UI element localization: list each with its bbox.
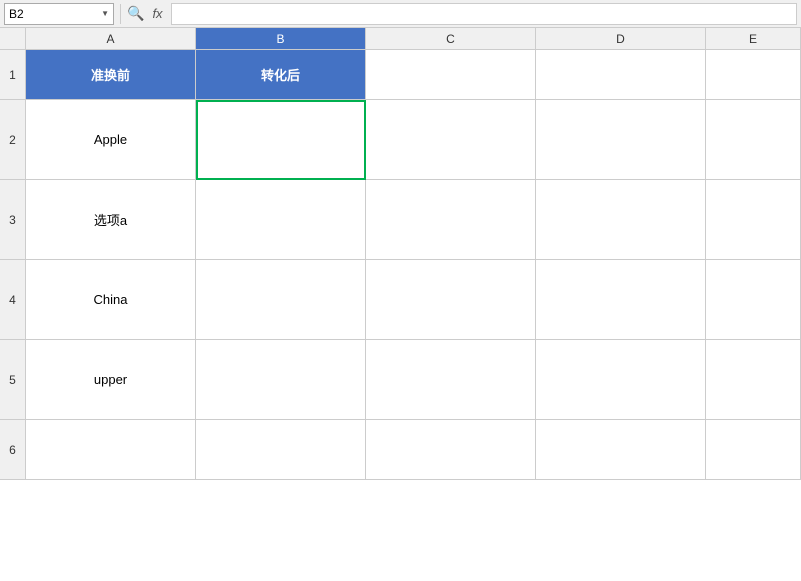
cell-D5[interactable] [536,340,706,420]
col-header-E[interactable]: E [706,28,801,49]
cell-E6[interactable] [706,420,801,480]
cell-B1[interactable]: 转化后 [196,50,366,100]
column-headers: A B C D E [0,28,801,50]
cell-C5[interactable] [366,340,536,420]
cell-D6[interactable] [536,420,706,480]
formula-bar-divider [120,4,121,24]
cell-A4[interactable]: China [26,260,196,340]
name-box-arrow: ▼ [101,9,109,18]
row-num-6: 6 [0,420,26,480]
row-3: 3 选项a [0,180,801,260]
name-box-value: B2 [9,7,24,21]
cell-B3[interactable] [196,180,366,260]
cell-E3[interactable] [706,180,801,260]
col-header-A[interactable]: A [26,28,196,49]
cell-C2[interactable] [366,100,536,180]
col-header-C[interactable]: C [366,28,536,49]
cell-C4[interactable] [366,260,536,340]
cell-B4[interactable] [196,260,366,340]
row-num-5: 5 [0,340,26,420]
col-header-D[interactable]: D [536,28,706,49]
row-4: 4 China [0,260,801,340]
spreadsheet: A B C D E 1 准换前 转化后 2 Apple 3 选项a [0,28,801,581]
formula-bar: B2 ▼ 🔍 fx [0,0,801,28]
row-1: 1 准换前 转化后 [0,50,801,100]
cell-B2[interactable] [196,100,366,180]
col-header-B[interactable]: B [196,28,366,49]
row-num-4: 4 [0,260,26,340]
fx-label: fx [152,6,162,21]
cell-D3[interactable] [536,180,706,260]
row-num-3: 3 [0,180,26,260]
cell-B6[interactable] [196,420,366,480]
row-6: 6 [0,420,801,480]
cell-E4[interactable] [706,260,801,340]
cell-B5[interactable] [196,340,366,420]
name-box[interactable]: B2 ▼ [4,3,114,25]
row-5: 5 upper [0,340,801,420]
cell-A6[interactable] [26,420,196,480]
cell-A5[interactable]: upper [26,340,196,420]
row-num-header-corner [0,28,26,49]
formula-input[interactable] [171,3,797,25]
cell-E5[interactable] [706,340,801,420]
cell-A1[interactable]: 准换前 [26,50,196,100]
rows-container: 1 准换前 转化后 2 Apple 3 选项a 4 C [0,50,801,581]
row-2: 2 Apple [0,100,801,180]
cell-D4[interactable] [536,260,706,340]
cell-A3[interactable]: 选项a [26,180,196,260]
zoom-icon[interactable]: 🔍 [127,5,144,22]
cell-C6[interactable] [366,420,536,480]
row-num-1: 1 [0,50,26,100]
cell-A2[interactable]: Apple [26,100,196,180]
cell-C3[interactable] [366,180,536,260]
cell-D2[interactable] [536,100,706,180]
cell-C1[interactable] [366,50,536,100]
row-num-2: 2 [0,100,26,180]
cell-E1[interactable] [706,50,801,100]
cell-E2[interactable] [706,100,801,180]
cell-D1[interactable] [536,50,706,100]
